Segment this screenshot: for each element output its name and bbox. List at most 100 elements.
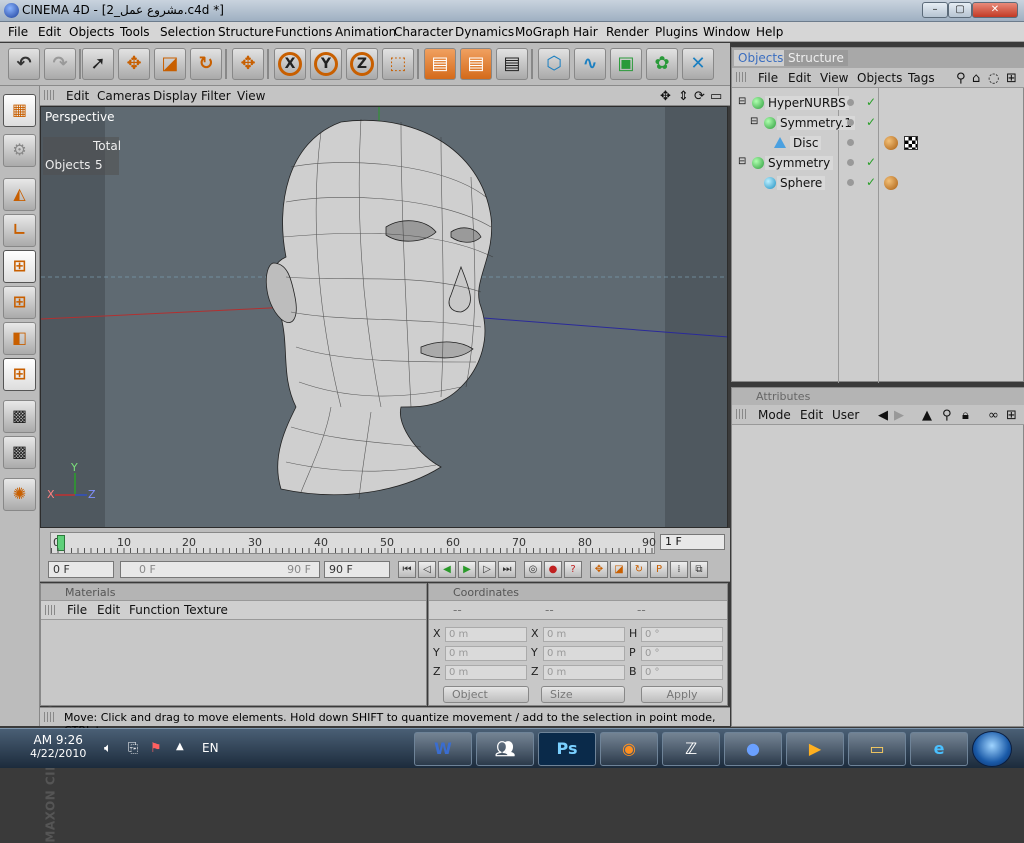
new-manager-icon[interactable]: ⊞ <box>1006 71 1017 86</box>
viewport-menu-edit[interactable]: Edit <box>66 89 89 103</box>
tab-objects[interactable]: Objects <box>734 50 788 66</box>
messenger-icon[interactable]: 👥︎ <box>476 732 534 766</box>
grip-icon[interactable] <box>44 90 54 100</box>
minimize-button[interactable]: – <box>922 2 948 18</box>
visibility-dot[interactable] <box>847 99 854 106</box>
perspective-viewport[interactable]: Perspective Total Objects 5 Y X Z <box>40 106 728 528</box>
redo-icon[interactable]: ↷ <box>44 48 76 80</box>
key-position-icon[interactable]: ✥ <box>590 561 608 578</box>
menu-hair[interactable]: Hair <box>573 25 598 39</box>
undo-icon[interactable]: ↶ <box>8 48 40 80</box>
menu-structure[interactable]: Structure <box>218 25 274 39</box>
menu-plugins[interactable]: Plugins <box>655 25 698 39</box>
zbrush-icon[interactable]: ℤ <box>662 732 720 766</box>
search-icon[interactable]: ⚲ <box>956 71 966 86</box>
tab-structure[interactable]: Structure <box>784 50 848 66</box>
objects-menu-file[interactable]: File <box>758 71 778 85</box>
folder-icon[interactable]: ▭ <box>848 732 906 766</box>
visibility-dot[interactable] <box>847 139 854 146</box>
menu-objects[interactable]: Objects <box>69 25 114 39</box>
object-name[interactable]: Disc <box>790 136 822 150</box>
move-axis-icon[interactable]: ✥ <box>232 48 264 80</box>
maximize-button[interactable]: ▢ <box>948 2 972 18</box>
rotation-p-field[interactable]: 0 ° <box>641 646 723 661</box>
size-z-field[interactable]: 0 m <box>543 665 625 680</box>
word-icon[interactable]: W <box>414 732 472 766</box>
start-frame-field[interactable]: 0 F <box>48 561 114 578</box>
current-frame-field[interactable]: 1 F <box>660 534 725 550</box>
key-rotation-icon[interactable]: ↻ <box>630 561 648 578</box>
object-row-disc[interactable]: Disc <box>732 133 1024 153</box>
object-name[interactable]: Symmetry <box>765 156 834 170</box>
system-clock[interactable]: AM 9:26 4/22/2010 <box>30 733 86 760</box>
use-object-axis-icon[interactable]: ⚙ <box>3 134 36 167</box>
use-tweak-mode-icon[interactable]: ⊞ <box>3 358 36 391</box>
record-icon[interactable]: ● <box>544 561 562 578</box>
use-edge-tool-icon[interactable]: ⊞ <box>3 286 36 319</box>
viewport-menu-display[interactable]: Display <box>153 89 197 103</box>
spline-icon[interactable]: ∿ <box>574 48 606 80</box>
objects-menu-tags[interactable]: Tags <box>908 71 935 85</box>
visibility-dot[interactable] <box>847 159 854 166</box>
back-arrow-icon[interactable]: ◀ <box>878 408 888 423</box>
x-axis-lock-icon[interactable]: X <box>274 48 306 80</box>
object-name[interactable]: HyperNURBS <box>765 96 849 110</box>
enable-axis-icon[interactable]: ▩ <box>3 400 36 433</box>
materials-menu-function[interactable]: Function <box>129 603 180 617</box>
use-point-tool-icon[interactable]: ⊞ <box>3 250 36 283</box>
cinema4d-icon[interactable]: ● <box>724 732 782 766</box>
home-icon[interactable]: ⌂ <box>972 71 980 86</box>
deformer-icon[interactable]: ✕ <box>682 48 714 80</box>
objects-menu-objects[interactable]: Objects <box>857 71 902 85</box>
internet-explorer-icon[interactable]: e <box>910 732 968 766</box>
go-to-end-icon[interactable]: ⏭ <box>498 561 516 578</box>
key-point-level-icon[interactable]: ⁞ <box>670 561 688 578</box>
viewport-pan-icon[interactable]: ✥ <box>660 89 671 104</box>
use-object-tool-icon[interactable]: ◭ <box>3 178 36 211</box>
grip-icon[interactable] <box>45 605 55 615</box>
enabled-check-icon[interactable]: ✓ <box>866 95 876 109</box>
use-polygon-tool-icon[interactable]: ◧ <box>3 322 36 355</box>
coordinate-system-icon[interactable]: ⬚ <box>382 48 414 80</box>
enabled-check-icon[interactable]: ✓ <box>866 115 876 129</box>
previous-key-icon[interactable]: ◁ <box>418 561 436 578</box>
soft-selection-icon[interactable]: ✺ <box>3 478 36 511</box>
texture-tag-icon[interactable] <box>904 136 918 150</box>
menu-render[interactable]: Render <box>606 25 649 39</box>
position-y-field[interactable]: 0 m <box>445 646 527 661</box>
menu-selection[interactable]: Selection <box>160 25 215 39</box>
attributes-menu-user[interactable]: User <box>832 408 859 422</box>
array-icon[interactable]: ✿ <box>646 48 678 80</box>
menu-help[interactable]: Help <box>756 25 783 39</box>
menu-mograph[interactable]: MoGraph <box>515 25 570 39</box>
viewport-rotate-icon[interactable]: ⟳ <box>694 89 705 104</box>
key-scale-icon[interactable]: ◪ <box>610 561 628 578</box>
attributes-menu-mode[interactable]: Mode <box>758 408 791 422</box>
visibility-dot[interactable] <box>847 179 854 186</box>
apply-button[interactable]: Apply <box>641 686 723 703</box>
menu-dynamics[interactable]: Dynamics <box>455 25 514 39</box>
objects-menu-edit[interactable]: Edit <box>788 71 811 85</box>
lock-icon[interactable]: 🔒︎ <box>962 408 969 423</box>
z-axis-lock-icon[interactable]: Z <box>346 48 378 80</box>
scale-icon[interactable]: ◪ <box>154 48 186 80</box>
media-player-icon[interactable]: ▶ <box>786 732 844 766</box>
rotate-icon[interactable]: ↻ <box>190 48 222 80</box>
coordinate-mode-select[interactable]: Object <box>443 686 529 703</box>
objects-menu-view[interactable]: View <box>820 71 848 85</box>
render-picture-viewer-icon[interactable]: ▤ <box>460 48 492 80</box>
viewport-dolly-icon[interactable]: ⇕ <box>678 89 689 104</box>
position-x-field[interactable]: 0 m <box>445 627 527 642</box>
y-axis-lock-icon[interactable]: Y <box>310 48 342 80</box>
material-tag-icon[interactable] <box>884 176 898 190</box>
autokeying-icon[interactable]: ? <box>564 561 582 578</box>
forward-arrow-icon[interactable]: ▶ <box>894 408 904 423</box>
materials-menu-edit[interactable]: Edit <box>97 603 120 617</box>
viewport-menu-cameras[interactable]: Cameras <box>97 89 150 103</box>
volume-icon[interactable]: 🔈︎ <box>104 741 112 756</box>
rotation-b-field[interactable]: 0 ° <box>641 665 723 680</box>
materials-menu-texture[interactable]: Texture <box>184 603 228 617</box>
collapse-icon[interactable]: ⊟ <box>738 156 746 167</box>
enabled-check-icon[interactable]: ✓ <box>866 175 876 189</box>
interpolation-icon[interactable]: ⧉ <box>690 561 708 578</box>
